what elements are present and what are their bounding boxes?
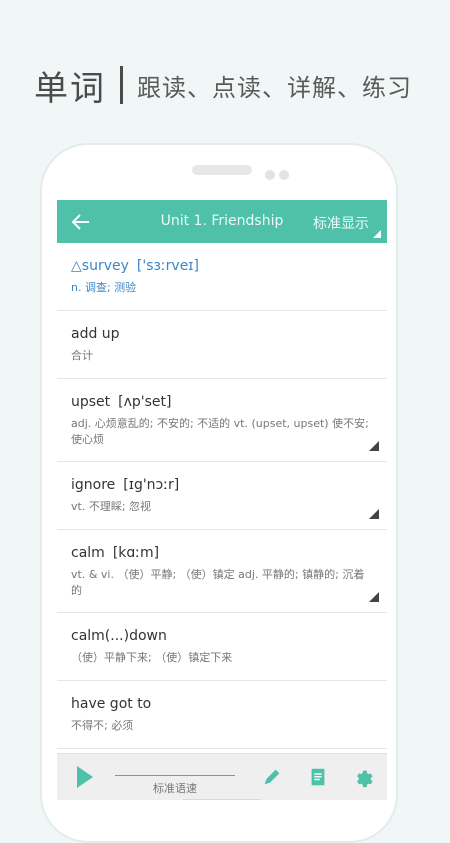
pencil-icon[interactable] bbox=[261, 766, 283, 788]
word-definition: vt. & vi. （使）平静; （使）镇定 adj. 平静的; 镇静的; 沉着… bbox=[71, 568, 365, 597]
app-screen: Unit 1. Friendship 标准显示 △survey ['sɜːrveɪ… bbox=[57, 200, 387, 800]
word-definition: 不得不; 必须 bbox=[71, 719, 134, 732]
bottom-toolbar: 标准语速 bbox=[57, 753, 387, 800]
word-phonetic: [kɑːm] bbox=[112, 545, 160, 561]
word-definition: vt. 不理睬; 忽视 bbox=[71, 500, 152, 513]
word-definition: adj. 心烦意乱的; 不安的; 不适的 vt. (upset, upset) … bbox=[71, 417, 369, 446]
word-phonetic: [ʌp'set] bbox=[118, 394, 172, 410]
phone-sensor bbox=[279, 170, 289, 180]
word-headword: add up bbox=[71, 326, 120, 342]
word-headword: upset [ʌp'set] bbox=[71, 394, 172, 410]
dropdown-corner-icon bbox=[373, 230, 381, 238]
gear-icon[interactable] bbox=[352, 766, 374, 788]
expand-corner-icon[interactable] bbox=[369, 592, 379, 602]
phone-camera bbox=[265, 170, 275, 180]
word-headword: have got to bbox=[71, 696, 152, 712]
word-definition: （使）平静下来; （使）镇定下来 bbox=[71, 651, 233, 664]
display-mode-dropdown[interactable]: 标准显示 bbox=[313, 213, 369, 233]
word-headword: △survey ['sɜːrveɪ] bbox=[71, 258, 199, 274]
word-item-survey[interactable]: △survey ['sɜːrveɪ] n. 调查; 测验 bbox=[57, 243, 387, 311]
top-bar: Unit 1. Friendship 标准显示 bbox=[57, 200, 387, 243]
word-item-have-got-to[interactable]: have got to 不得不; 必须 bbox=[57, 681, 387, 749]
expand-corner-icon[interactable] bbox=[369, 441, 379, 451]
word-definition: n. 调查; 测验 bbox=[71, 281, 137, 294]
word-phonetic: [ɪg'nɔːr] bbox=[123, 477, 180, 493]
word-headword: calm [kɑːm] bbox=[71, 545, 160, 561]
headline-divider bbox=[120, 66, 123, 104]
word-item-calm[interactable]: calm [kɑːm] vt. & vi. （使）平静; （使）镇定 adj. 平… bbox=[57, 530, 387, 613]
word-item-calm-down[interactable]: calm(...)down （使）平静下来; （使）镇定下来 bbox=[57, 613, 387, 681]
word-definition: 合计 bbox=[71, 349, 93, 362]
word-headword: ignore [ɪg'nɔːr] bbox=[71, 477, 180, 493]
headline-title: 单词 bbox=[34, 68, 106, 109]
play-icon[interactable] bbox=[77, 766, 93, 788]
speed-label: 标准语速 bbox=[153, 782, 197, 795]
word-phonetic: ['sɜːrveɪ] bbox=[136, 258, 199, 274]
word-list: △survey ['sɜːrveɪ] n. 调查; 测验 add up 合计 up… bbox=[57, 243, 387, 749]
word-item-add-up[interactable]: add up 合计 bbox=[57, 311, 387, 379]
word-headword: calm(...)down bbox=[71, 628, 167, 644]
promo-headline: 单词 跟读、点读、详解、练习 bbox=[34, 62, 412, 109]
headline-subtitle: 跟读、点读、详解、练习 bbox=[137, 73, 412, 102]
word-item-upset[interactable]: upset [ʌp'set] adj. 心烦意乱的; 不安的; 不适的 vt. (… bbox=[57, 379, 387, 462]
speed-slider[interactable] bbox=[115, 775, 235, 776]
expand-corner-icon[interactable] bbox=[369, 509, 379, 519]
word-item-ignore[interactable]: ignore [ɪg'nɔːr] vt. 不理睬; 忽视 bbox=[57, 462, 387, 530]
phone-speaker bbox=[192, 165, 252, 175]
new-word-mark-icon: △ bbox=[71, 258, 82, 274]
notebook-icon[interactable] bbox=[307, 766, 329, 788]
